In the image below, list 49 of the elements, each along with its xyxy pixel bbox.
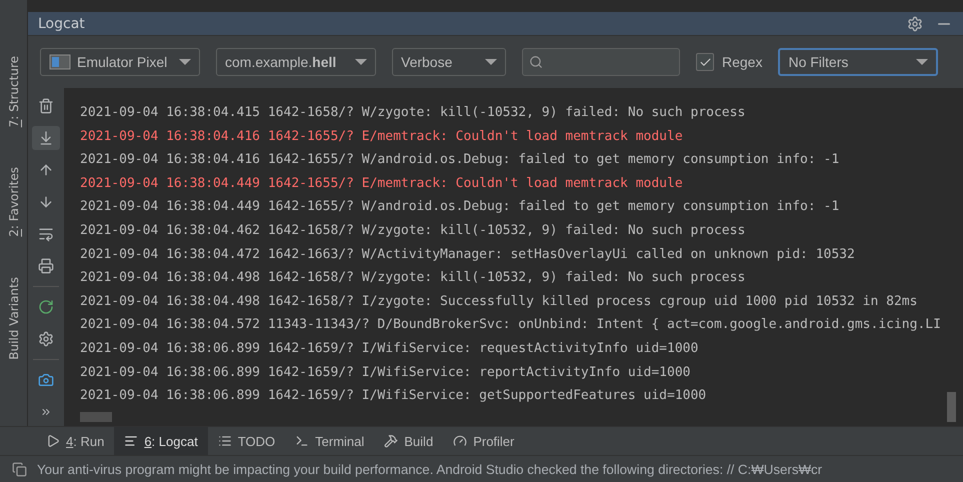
status-message: Your anti-virus program might be impacting your build performance. Android Studio checked the following directories: // C:₩Users₩cr (37, 462, 822, 476)
tool-tab[interactable]: 4: Run (36, 427, 114, 455)
log-line: 2021-09-04 16:38:06.899 1642-1659/? I/WifiService: requestActivityInfo uid=1000 (80, 340, 698, 358)
scrollbar-thumb[interactable] (947, 392, 956, 422)
regex-checkbox[interactable] (696, 53, 714, 71)
log-line: 2021-09-04 16:38:04.416 1642-1655/? W/android.os.Debug: failed to get memory consumption info: -1 (80, 151, 840, 170)
tool-window-label[interactable]: 2: Favorites (6, 167, 20, 238)
device-icon (49, 54, 71, 70)
panel-title: Logcat (38, 16, 86, 32)
settings-icon[interactable] (907, 16, 923, 32)
package-dropdown[interactable]: com.example.hell (216, 48, 376, 76)
tool-tab[interactable]: Profiler (443, 427, 524, 455)
device-dropdown[interactable]: Emulator Pixel (40, 48, 200, 76)
tool-tab[interactable]: Terminal (285, 427, 374, 455)
log-line: 2021-09-04 16:38:04.462 1642-1658/? W/zygote: kill(-10532, 9) failed: No such process (80, 222, 746, 240)
todo-icon (218, 434, 232, 448)
check-icon (698, 56, 712, 68)
log-line: 2021-09-04 16:38:06.899 1642-1659/? I/WifiService: getSupportedFeatures uid=1000 (80, 387, 706, 406)
caret-icon (485, 59, 497, 65)
tool-tab[interactable]: Build (374, 427, 444, 455)
log-line: 2021-09-04 16:38:04.416 1642-1655/? E/memtrack: Couldn't load memtrack module (80, 128, 683, 146)
build-icon (384, 434, 398, 448)
log-level-dropdown[interactable]: Verbose (392, 48, 506, 76)
search-icon (529, 55, 543, 69)
log-line: 2021-09-04 16:38:06.899 1642-1659/? I/WifiService: reportActivityInfo uid=1000 (80, 364, 690, 382)
tool-tab[interactable]: 6: Logcat (114, 427, 208, 455)
caret-icon (355, 59, 367, 65)
scrollbar-thumb[interactable] (80, 412, 112, 422)
tool-window-label[interactable]: Build Variants (6, 277, 20, 360)
log-line: 2021-09-04 16:38:04.572 11343-11343/? D/BoundBrokerSvc: onUnbind: Intent { act=com.google.android.gms.icing.LI (80, 316, 941, 334)
caret-icon (179, 59, 191, 65)
log-line: 2021-09-04 16:38:04.498 1642-1658/? I/zygote: Successfully killed process cgroup uid 1000 pid 10532 in 82ms (80, 292, 918, 311)
log-line: 2021-09-04 16:38:04.472 1642-1663/? W/ActivityManager: setHasOverlayUi called on unknown pid: 10532 (80, 246, 855, 264)
log-line: 2021-09-04 16:38:04.498 1642-1658/? W/zygote: kill(-10532, 9) failed: No such process (80, 269, 746, 288)
profiler-icon (453, 434, 468, 448)
scroll-to-end-icon[interactable] (32, 126, 60, 150)
regex-label: Regex (722, 54, 762, 70)
filter-dropdown[interactable]: No Filters (778, 48, 938, 76)
notification-icon[interactable] (12, 462, 27, 476)
caret-icon (916, 59, 928, 65)
log-line: 2021-09-04 16:38:04.415 1642-1658/? W/zygote: kill(-10532, 9) failed: No such process (80, 104, 746, 122)
log-line: 2021-09-04 16:38:04.449 1642-1655/? W/android.os.Debug: failed to get memory consumption info: -1 (80, 198, 840, 216)
run-icon (46, 434, 60, 448)
tool-tab[interactable]: TODO (208, 427, 286, 455)
terminal-icon (295, 434, 310, 448)
logcat-icon (124, 434, 138, 448)
log-line: 2021-09-04 16:38:04.449 1642-1655/? E/memtrack: Couldn't load memtrack module (80, 174, 683, 193)
search-field[interactable] (522, 48, 680, 76)
tool-window-label[interactable]: 7: Structure (6, 56, 20, 128)
